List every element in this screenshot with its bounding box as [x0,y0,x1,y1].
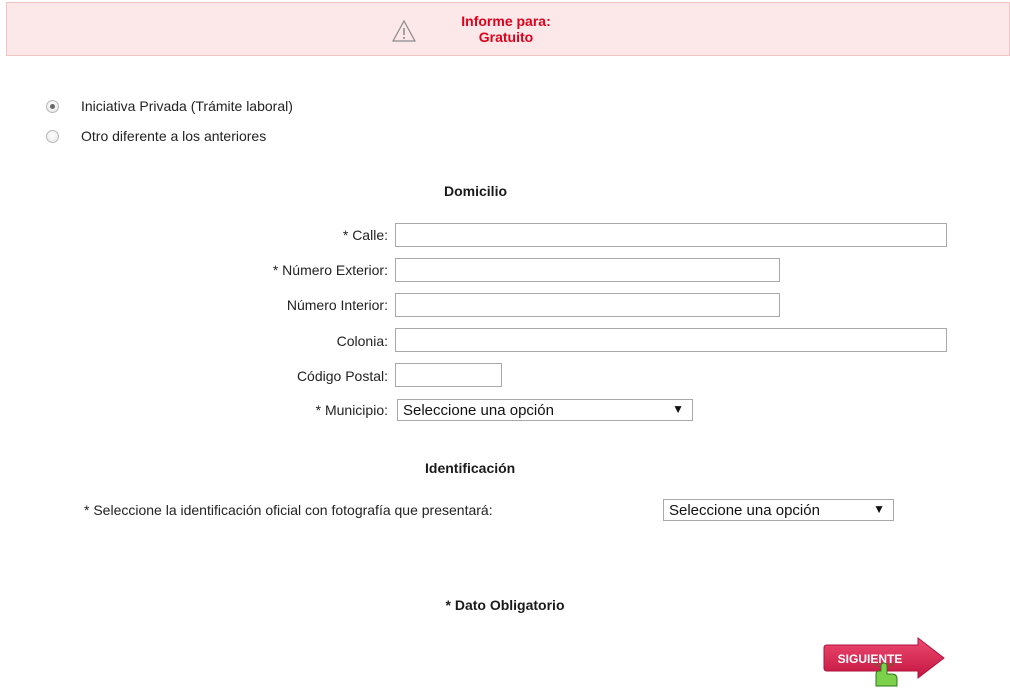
identificacion-selected-value: Seleccione una opción [669,501,820,519]
radio-option-otro[interactable]: Otro diferente a los anteriores [46,126,266,146]
radio-button-selected[interactable] [46,99,59,113]
warning-triangle-icon [391,19,417,42]
siguiente-button[interactable]: SIGUIENTE [820,636,950,688]
municipio-label: * Municipio: [315,402,388,418]
radio-label: Otro diferente a los anteriores [81,128,267,144]
colonia-label: Colonia: [336,333,388,349]
municipio-selected-value: Seleccione una opción [403,401,554,419]
colonia-input[interactable] [395,328,947,352]
identificacion-label: * Seleccione la identificación oficial c… [84,502,493,518]
codigo-postal-label: Código Postal: [296,368,388,384]
calle-label: * Calle: [342,227,388,243]
radio-button[interactable] [46,129,59,143]
identificacion-select[interactable]: Seleccione una opción ▼ [663,499,894,521]
banner-title: Informe para: [461,13,551,29]
banner-text: Informe para: Gratuito [431,13,581,45]
radio-option-iniciativa-privada[interactable]: Iniciativa Privada (Trámite laboral) [46,96,293,116]
section-title-domicilio: Domicilio [444,183,508,199]
chevron-down-icon: ▼ [873,502,885,516]
numero-interior-label: Número Interior: [286,297,388,313]
radio-label: Iniciativa Privada (Trámite laboral) [81,98,293,114]
calle-input[interactable] [395,223,947,247]
section-title-identificacion: Identificación [425,460,516,476]
chevron-down-icon: ▼ [672,402,684,416]
info-banner: Informe para: Gratuito [6,2,1010,56]
required-field-note: * Dato Obligatorio [445,597,565,613]
banner-value: Gratuito [478,29,534,45]
numero-interior-input[interactable] [395,293,780,317]
numero-exterior-input[interactable] [395,258,780,282]
codigo-postal-input[interactable] [395,363,502,387]
municipio-select[interactable]: Seleccione una opción ▼ [397,399,693,421]
numero-exterior-label: * Número Exterior: [272,262,388,278]
